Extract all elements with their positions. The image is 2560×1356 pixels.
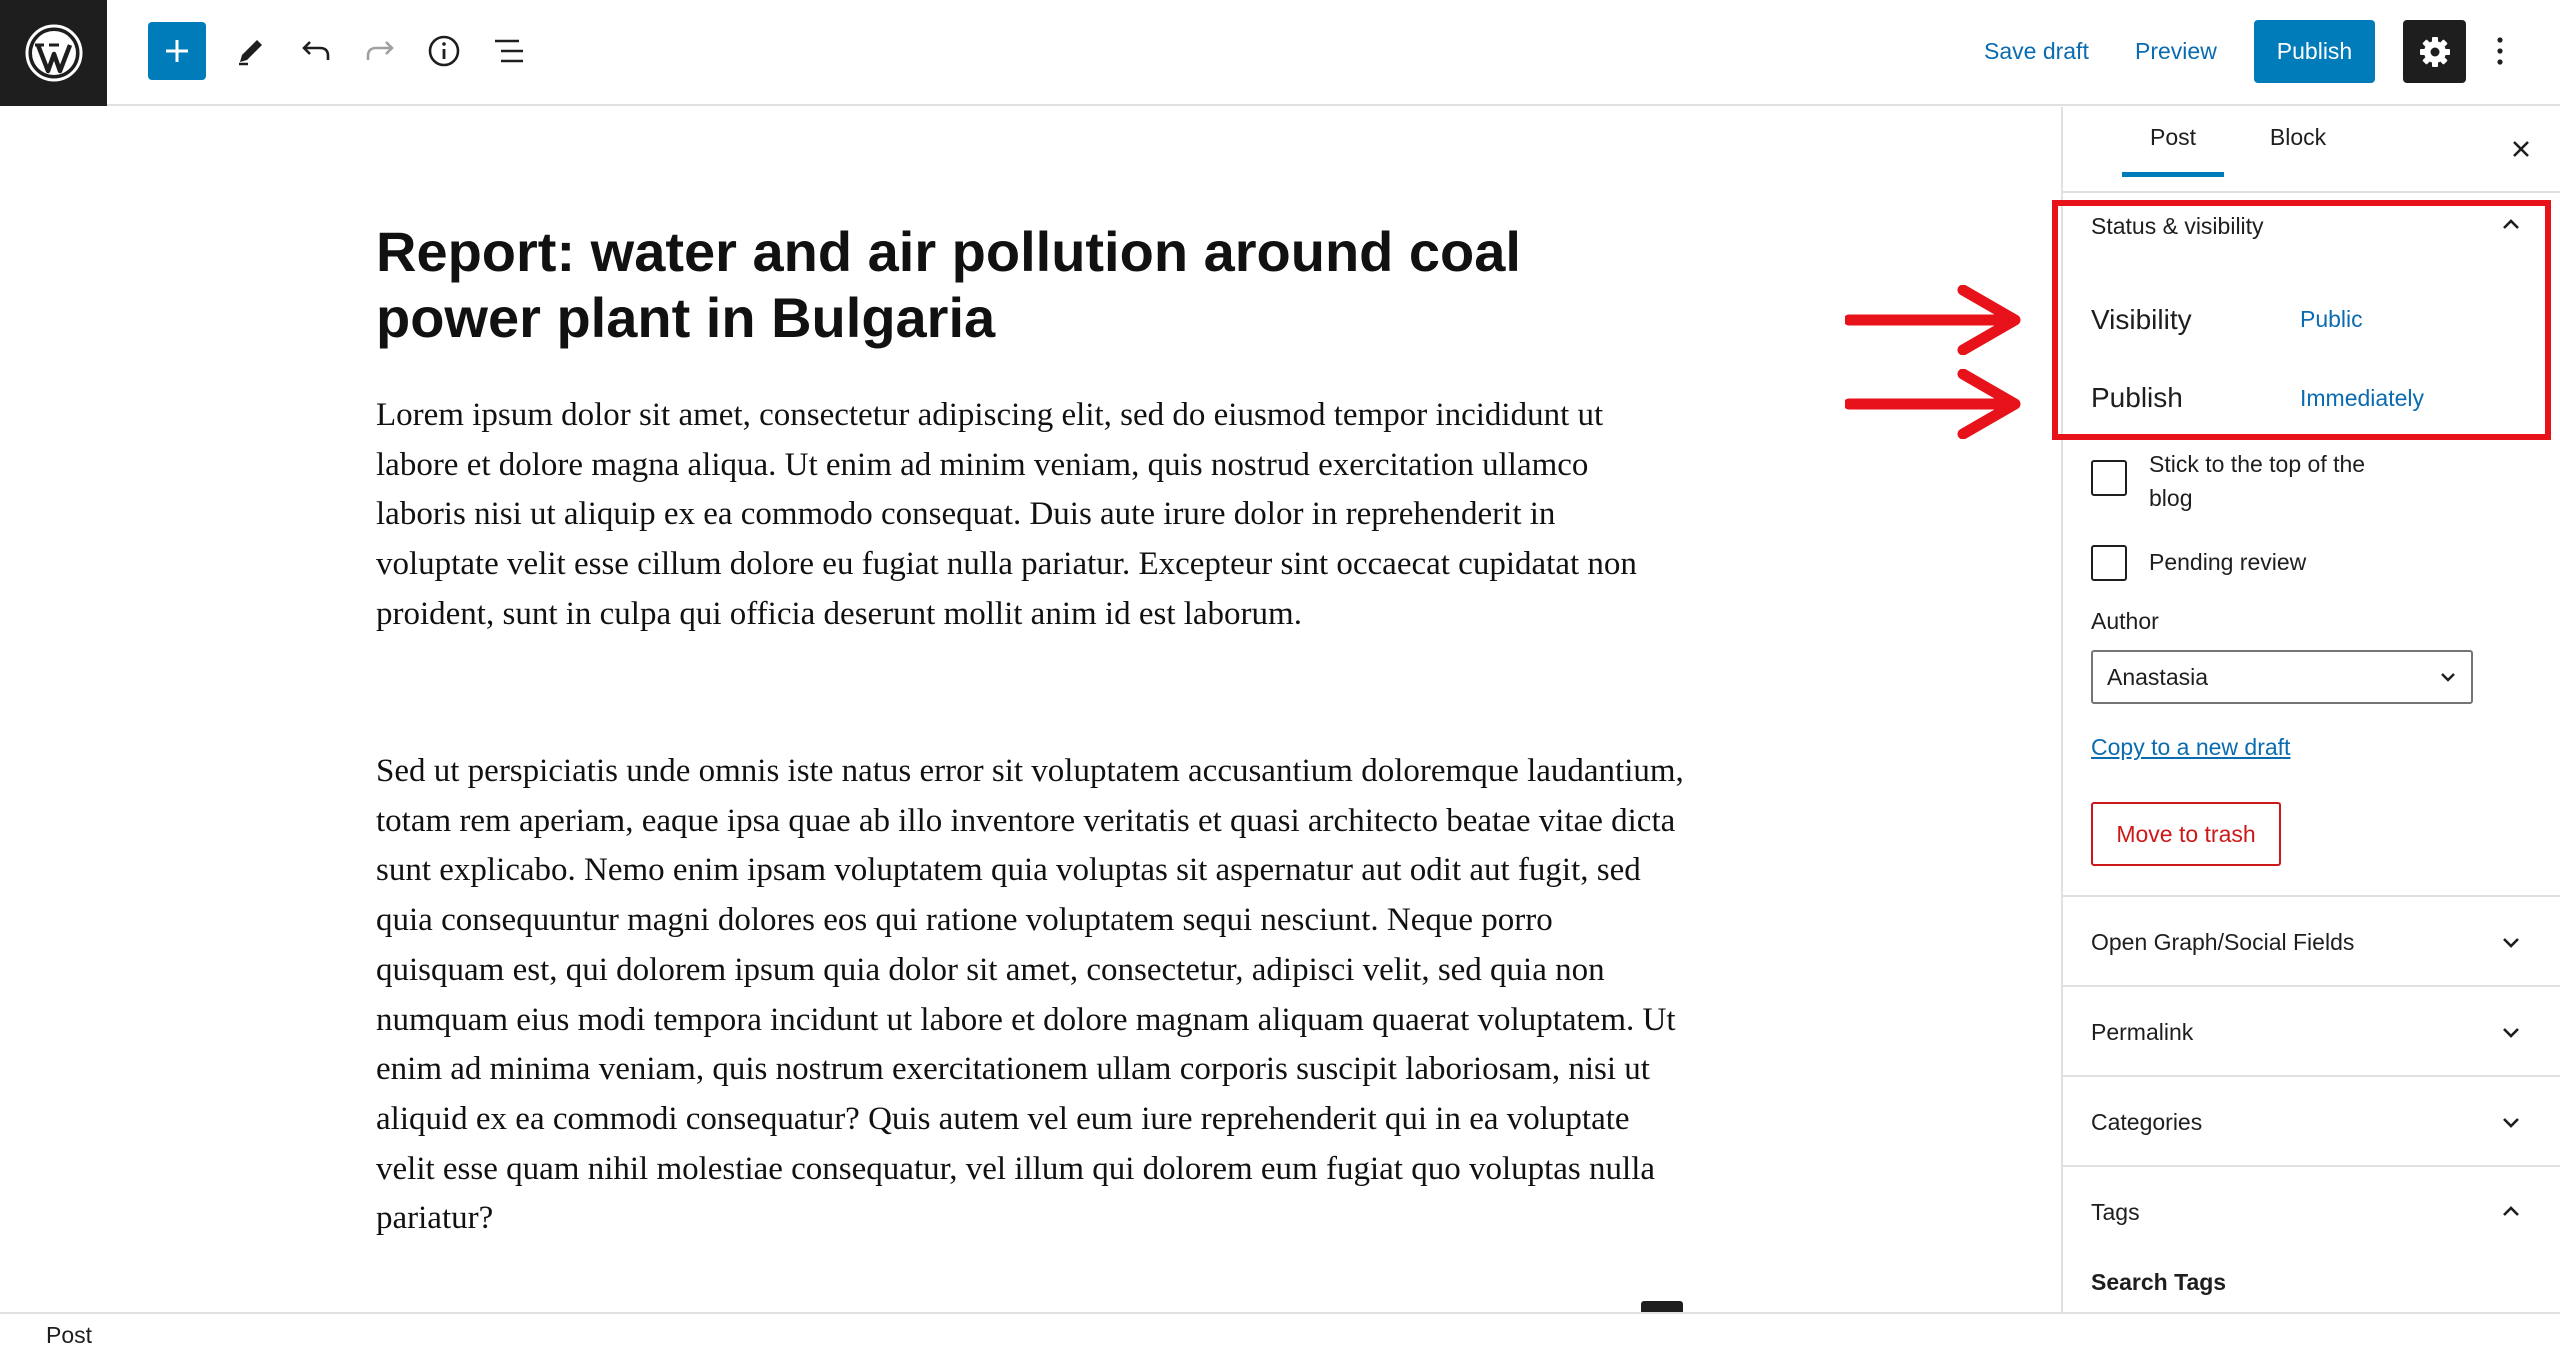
- pending-review-label[interactable]: Pending review: [2149, 545, 2306, 579]
- tab-post[interactable]: Post: [2122, 107, 2224, 177]
- redo-icon: [366, 41, 394, 60]
- vertical-ellipsis-icon: [2497, 37, 2503, 65]
- chevron-down-icon: [2493, 924, 2529, 960]
- panel-title: Categories: [2091, 1109, 2203, 1135]
- paragraph-block[interactable]: Sed ut perspiciatis unde omnis iste natu…: [376, 747, 1686, 1244]
- close-icon: [2513, 141, 2529, 157]
- editor-canvas: Report: water and air pollution around c…: [0, 107, 2061, 1312]
- panel-permalink[interactable]: Permalink: [2063, 985, 2560, 1075]
- info-icon: [428, 35, 460, 67]
- author-label: Author: [2091, 608, 2159, 634]
- editor-footer: Post: [0, 1312, 2560, 1356]
- paragraph-block[interactable]: Lorem ipsum dolor sit amet, consectetur …: [376, 391, 1686, 640]
- settings-button[interactable]: [2403, 20, 2466, 83]
- chevron-down-icon: [2493, 1014, 2529, 1050]
- author-select-value: Anastasia: [2107, 664, 2209, 690]
- sticky-checkbox[interactable]: [2091, 460, 2127, 496]
- author-select[interactable]: Anastasia: [2091, 650, 2473, 704]
- panel-title: Tags: [2091, 1199, 2140, 1225]
- annotation-arrow-icon: [1845, 369, 2021, 439]
- breadcrumb[interactable]: Post: [46, 1322, 92, 1349]
- publish-button[interactable]: Publish: [2254, 20, 2375, 83]
- copy-to-draft-link[interactable]: Copy to a new draft: [2091, 734, 2290, 761]
- plus-icon: [166, 40, 188, 62]
- block-toolbar-handle[interactable]: [1641, 1301, 1683, 1312]
- list-view-icon: [495, 39, 523, 63]
- close-sidebar-button[interactable]: [2501, 129, 2541, 169]
- search-tags-label: Search Tags: [2091, 1269, 2227, 1295]
- gear-icon: [2419, 36, 2450, 67]
- sticky-checkbox-label[interactable]: Stick to the top of the blog: [2149, 447, 2409, 515]
- chevron-down-icon: [2493, 1104, 2529, 1140]
- details-button[interactable]: [415, 22, 473, 80]
- sidebar-tabs: Post Block: [2063, 107, 2560, 193]
- annotation-highlight-box: [2052, 200, 2551, 440]
- move-to-trash-button[interactable]: Move to trash: [2091, 802, 2281, 866]
- annotation-arrow-icon: [1845, 285, 2021, 355]
- save-draft-button[interactable]: Save draft: [1984, 22, 2089, 80]
- tab-block[interactable]: Block: [2238, 107, 2358, 177]
- pending-review-checkbox[interactable]: [2091, 545, 2127, 581]
- undo-icon: [302, 41, 330, 60]
- post-title[interactable]: Report: water and air pollution around c…: [376, 219, 1686, 351]
- panel-categories[interactable]: Categories: [2063, 1075, 2560, 1165]
- list-view-button[interactable]: [480, 22, 538, 80]
- more-options-button[interactable]: [2485, 22, 2515, 80]
- redo-button[interactable]: [351, 22, 409, 80]
- edit-tool-button[interactable]: [222, 22, 280, 80]
- undo-button[interactable]: [287, 22, 345, 80]
- panel-title: Permalink: [2091, 1019, 2194, 1045]
- preview-button[interactable]: Preview: [2135, 22, 2217, 80]
- wordpress-logo-icon[interactable]: [0, 0, 107, 106]
- block-inserter-button[interactable]: [148, 22, 206, 80]
- panel-title: Open Graph/Social Fields: [2091, 929, 2355, 955]
- chevron-up-icon: [2493, 1194, 2529, 1230]
- panel-open-graph[interactable]: Open Graph/Social Fields: [2063, 895, 2560, 985]
- editor-toolbar: Save draft Preview Publish: [0, 0, 2560, 106]
- panel-tags[interactable]: Tags: [2063, 1165, 2560, 1255]
- pencil-icon: [239, 40, 262, 66]
- chevron-down-icon: [2441, 673, 2455, 682]
